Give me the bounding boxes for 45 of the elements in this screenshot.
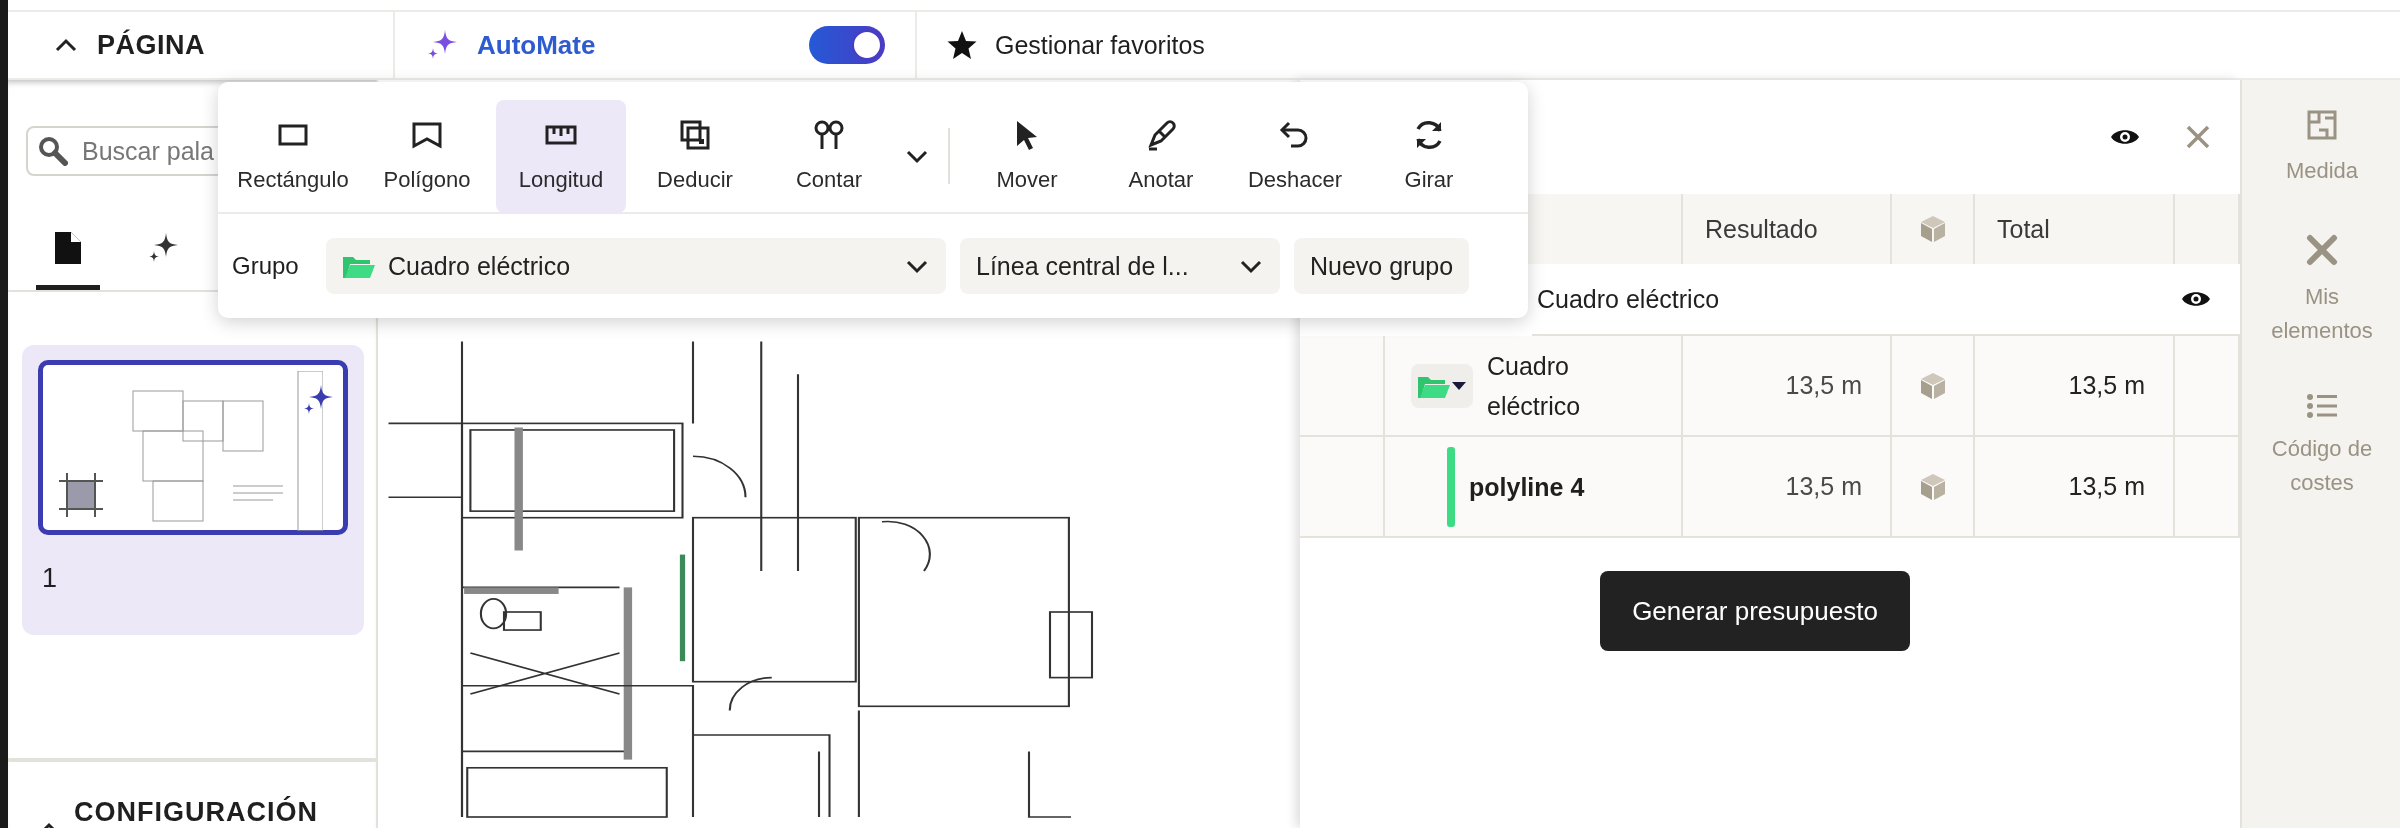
tool-button[interactable]: Mover: [962, 99, 1092, 213]
mode-dropdown[interactable]: Línea central de l...: [960, 238, 1280, 294]
section-title: PÁGINA: [97, 29, 205, 61]
tool-button[interactable]: Deducir: [630, 99, 760, 213]
caret-icon: [1451, 380, 1467, 391]
cube-icon: [1918, 471, 1947, 502]
tool-button[interactable]: Longitud: [496, 99, 626, 213]
toggle-switch[interactable]: [809, 26, 885, 64]
cube-icon: [1918, 370, 1947, 401]
group-name: Cuadro eléctrico: [1537, 284, 1720, 314]
page-number: 1: [42, 563, 58, 594]
automate-label: AutoMate: [477, 29, 596, 61]
field-label: Grupo: [232, 252, 300, 280]
tool-button[interactable]: Rectángulo: [228, 99, 358, 213]
group-dropdown[interactable]: Cuadro eléctrico: [326, 238, 946, 294]
list-icon: [2307, 394, 2337, 419]
column-header: Total: [1975, 194, 2175, 264]
table-cell: 13,5 m: [1683, 336, 1892, 437]
grid-icon: [59, 473, 103, 517]
rotate-icon: [1413, 119, 1445, 151]
tool-button[interactable]: Contar: [764, 99, 894, 213]
close-icon[interactable]: [2186, 125, 2210, 149]
favorites-link[interactable]: Gestionar favoritos: [995, 30, 1205, 60]
new-group-button[interactable]: Nuevo grupo: [1294, 238, 1470, 294]
table-cell: 13,5 m: [1683, 437, 1892, 538]
pins-icon: [813, 119, 845, 151]
pen-icon: [1145, 119, 1177, 151]
folder-button[interactable]: [1411, 363, 1473, 408]
row-name: polyline 4: [1469, 471, 1585, 503]
tool-button[interactable]: Polígono: [362, 99, 492, 213]
document-icon: [55, 231, 81, 264]
page-card[interactable]: 1: [22, 345, 364, 635]
overlapping-squares-icon: [679, 119, 711, 151]
cube-icon: [1918, 214, 1947, 244]
tool-button[interactable]: Anotar: [1096, 99, 1226, 213]
search-icon: [38, 136, 68, 166]
tool-button[interactable]: Girar: [1364, 99, 1494, 213]
floor-plan-icon: [2307, 110, 2337, 140]
star-icon: [947, 30, 977, 60]
table-cell: 13,5 m: [1975, 336, 2175, 437]
generate-button[interactable]: Generar presupuesto: [1600, 571, 1910, 651]
row-name: Cuadro eléctrico: [1487, 350, 1582, 422]
table-cell: 13,5 m: [1975, 437, 2175, 538]
tool-button[interactable]: Deshacer: [1230, 99, 1360, 213]
column-header: Resultado: [1683, 194, 1892, 264]
